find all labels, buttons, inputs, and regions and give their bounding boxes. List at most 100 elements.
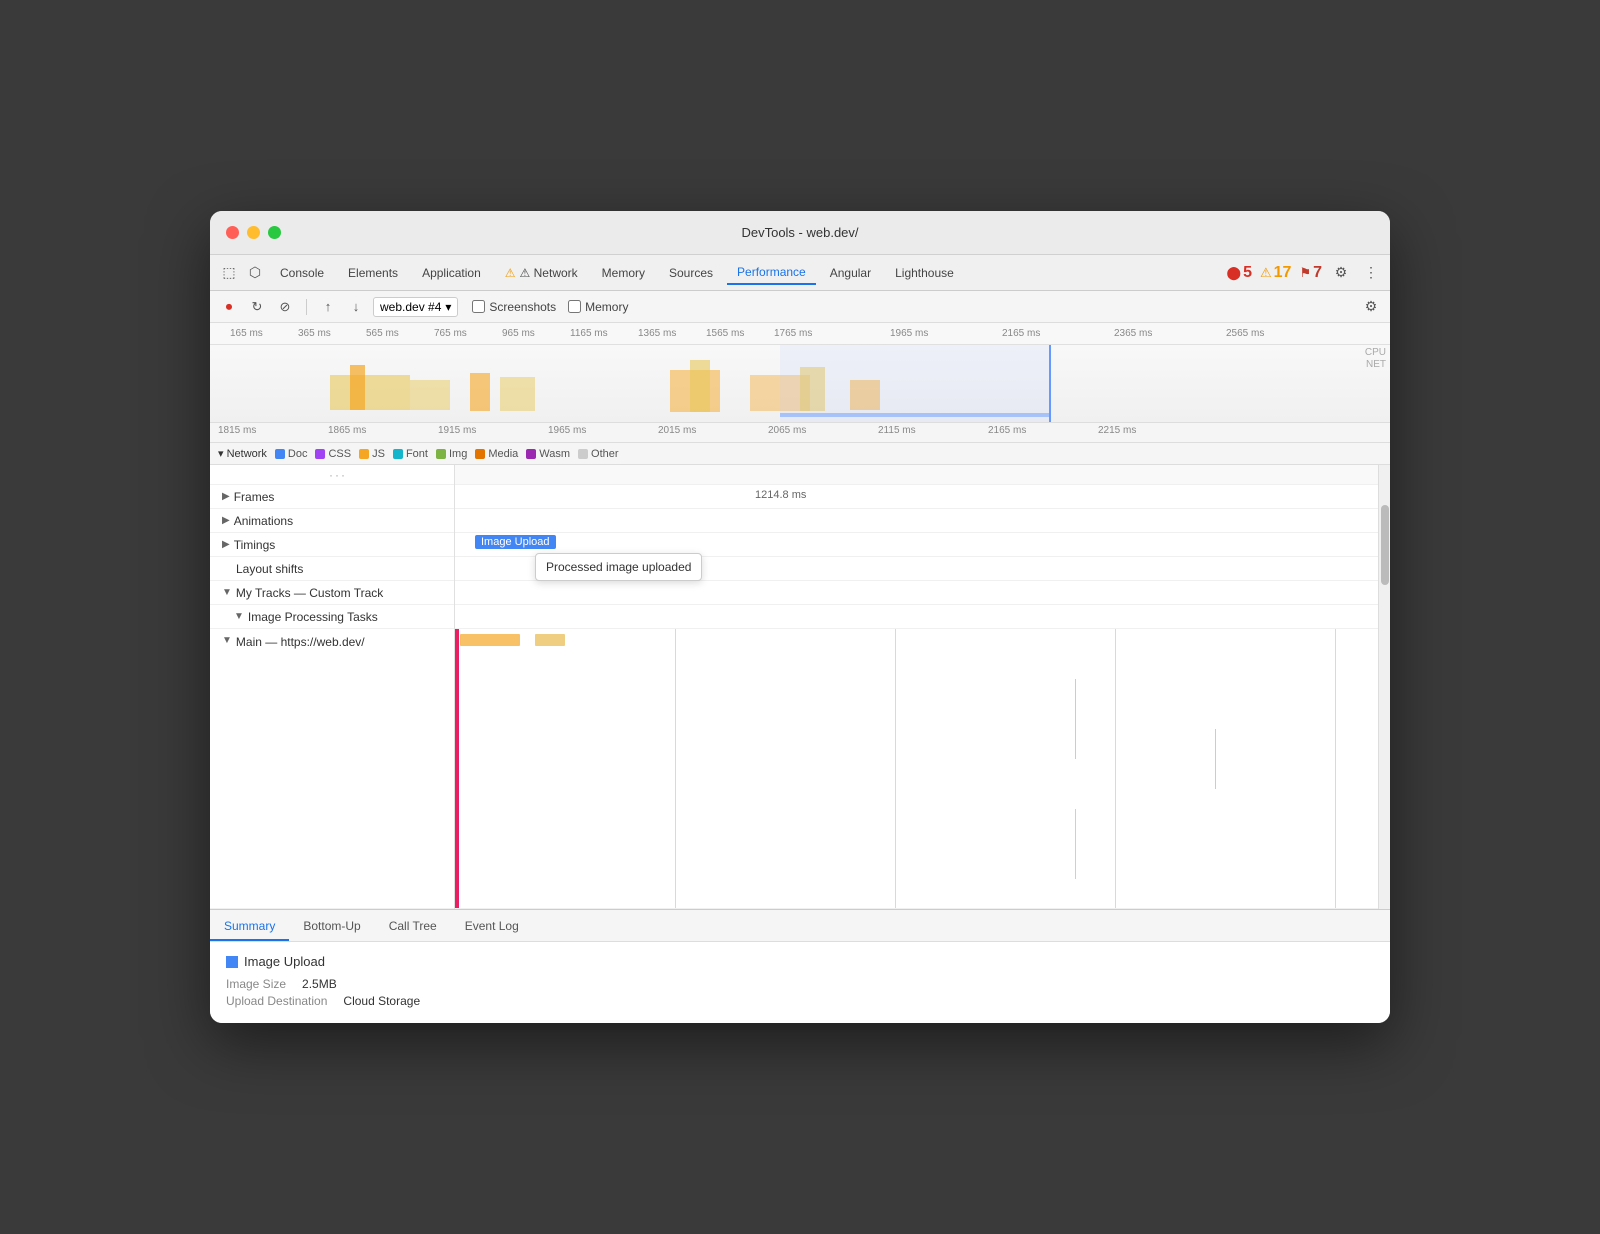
ruler-165: 165 ms (230, 328, 263, 339)
tab-elements[interactable]: Elements (338, 262, 408, 284)
expand-animations-icon[interactable]: ▶ (222, 515, 230, 526)
mark-2065: 2065 ms (768, 425, 806, 436)
legend-font: Font (393, 448, 428, 460)
ruler-765: 765 ms (434, 328, 467, 339)
tab-event-log[interactable]: Event Log (451, 915, 533, 941)
activity-spike-2 (1215, 729, 1216, 789)
ruler-row-2: 1815 ms 1865 ms 1915 ms 1965 ms 2015 ms … (210, 423, 1390, 443)
warn-badge: ⚠ 17 (1260, 264, 1291, 282)
mark-2115: 2115 ms (878, 425, 916, 436)
clear-button[interactable]: ⊘ (274, 296, 296, 318)
track-labels: ··· ▶ Frames ▶ Animations ▶ Timings Layo… (210, 465, 455, 909)
tab-performance[interactable]: Performance (727, 261, 816, 285)
scrollbar[interactable] (1378, 465, 1390, 909)
network-legend: ▾ Network Doc CSS JS Font Img Media Wasm (210, 443, 1390, 465)
vline-1 (675, 629, 676, 908)
activity-spike-3 (1075, 809, 1076, 879)
bottom-panel: Summary Bottom-Up Call Tree Event Log Im… (210, 909, 1390, 1023)
frames-track: 1214.8 ms (455, 485, 1378, 509)
legend-other: Other (578, 448, 619, 460)
vline-2 (895, 629, 896, 908)
ruler-1765: 1765 ms (774, 328, 812, 339)
toolbar-right-sec: ⚙ (1360, 296, 1382, 318)
track-dots-menu: ··· (210, 465, 454, 485)
more-icon[interactable]: ⋮ (1360, 262, 1382, 284)
tab-application[interactable]: Application (412, 262, 491, 284)
top-toolbar: ⬚ ⬡ Console Elements Application ⚠ ⚠ Net… (210, 255, 1390, 291)
maximize-button[interactable] (268, 226, 281, 239)
tab-call-tree[interactable]: Call Tree (375, 915, 451, 941)
ruler-2165: 2165 ms (1002, 328, 1040, 339)
memory-checkbox[interactable]: Memory (568, 300, 628, 314)
track-frames-label: ▶ Frames (210, 485, 454, 509)
flag-badge: ⚑ 7 (1299, 264, 1322, 282)
network-expand[interactable]: ▾ Network (218, 447, 267, 460)
ruler-1365: 1365 ms (638, 328, 676, 339)
image-upload-badge[interactable]: Image Upload (475, 535, 556, 549)
download-button[interactable]: ↓ (345, 296, 367, 318)
reload-record-button[interactable]: ↻ (246, 296, 268, 318)
mark-2165: 2165 ms (988, 425, 1026, 436)
track-timings-label: ▶ Timings (210, 533, 454, 557)
tab-bottom-up[interactable]: Bottom-Up (289, 915, 374, 941)
toolbar-divider (306, 299, 307, 315)
tab-memory[interactable]: Memory (592, 262, 655, 284)
settings-perf-icon[interactable]: ⚙ (1360, 296, 1382, 318)
toolbar-right: ⬤ 5 ⚠ 17 ⚑ 7 ⚙ ⋮ (1227, 262, 1382, 284)
chevron-down-icon: ▾ (445, 300, 451, 314)
profile-selector[interactable]: web.dev #4 ▾ (373, 297, 458, 317)
record-button[interactable]: ⏺ (218, 296, 240, 318)
vline-3 (1115, 629, 1116, 908)
ruler-565: 565 ms (366, 328, 399, 339)
expand-main-icon[interactable]: ▼ (222, 635, 232, 646)
tab-network[interactable]: ⚠ ⚠ Network (495, 262, 588, 284)
expand-my-tracks-icon[interactable]: ▼ (222, 587, 232, 598)
expand-frames-icon[interactable]: ▶ (222, 491, 230, 502)
tab-console[interactable]: Console (270, 262, 334, 284)
tab-sources[interactable]: Sources (659, 262, 723, 284)
activity-spike-1 (1075, 679, 1076, 759)
timeline-overview[interactable]: 165 ms 365 ms 565 ms 765 ms 965 ms 1165 … (210, 323, 1390, 423)
tab-angular[interactable]: Angular (820, 262, 881, 284)
cursor-icon[interactable]: ⬚ (218, 262, 240, 284)
track-layout-shifts-label: Layout shifts (210, 557, 454, 581)
close-button[interactable] (226, 226, 239, 239)
screenshot-icon[interactable]: ⬡ (244, 262, 266, 284)
ruler-1965: 1965 ms (890, 328, 928, 339)
expand-image-processing-icon[interactable]: ▼ (234, 611, 244, 622)
bottom-tabs: Summary Bottom-Up Call Tree Event Log (210, 910, 1390, 942)
legend-js: JS (359, 448, 385, 460)
scrollbar-thumb[interactable] (1381, 505, 1389, 585)
expand-timings-icon[interactable]: ▶ (222, 539, 230, 550)
checkbox-group: Screenshots Memory (472, 300, 628, 314)
bottom-content: Image Upload Image Size 2.5MB Upload Des… (210, 942, 1390, 1023)
upload-button[interactable]: ↑ (317, 296, 339, 318)
task-bar-1 (460, 634, 520, 646)
tab-summary[interactable]: Summary (210, 915, 289, 941)
legend-wasm: Wasm (526, 448, 570, 460)
error-badge: ⬤ 5 (1227, 264, 1252, 282)
summary-row-upload-dest: Upload Destination Cloud Storage (226, 994, 1374, 1008)
summary-row-image-size: Image Size 2.5MB (226, 977, 1374, 991)
mark-1965: 1965 ms (548, 425, 586, 436)
legend-media: Media (475, 448, 518, 460)
timings-track[interactable]: Image Upload Processed image uploaded (455, 533, 1378, 557)
ruler-1165: 1165 ms (570, 328, 608, 339)
ruler-2365: 2365 ms (1114, 328, 1152, 339)
minimize-button[interactable] (247, 226, 260, 239)
secondary-toolbar: ⏺ ↻ ⊘ ↑ ↓ web.dev #4 ▾ Screenshots Memor… (210, 291, 1390, 323)
ruler-1565: 1565 ms (706, 328, 744, 339)
mark-1815: 1815 ms (218, 425, 256, 436)
mark-2015: 2015 ms (658, 425, 696, 436)
settings-icon[interactable]: ⚙ (1330, 262, 1352, 284)
devtools-window: DevTools - web.dev/ ⬚ ⬡ Console Elements… (210, 211, 1390, 1023)
mark-2215: 2215 ms (1098, 425, 1136, 436)
tab-lighthouse[interactable]: Lighthouse (885, 262, 964, 284)
timeline-tracks-area[interactable]: 1214.8 ms Image Upload Processed image u… (455, 465, 1378, 909)
dots-row (455, 465, 1378, 485)
ruler-365: 365 ms (298, 328, 331, 339)
mark-1915: 1915 ms (438, 425, 476, 436)
summary-color-indicator (226, 956, 238, 968)
traffic-lights (226, 226, 281, 239)
screenshots-checkbox[interactable]: Screenshots (472, 300, 556, 314)
